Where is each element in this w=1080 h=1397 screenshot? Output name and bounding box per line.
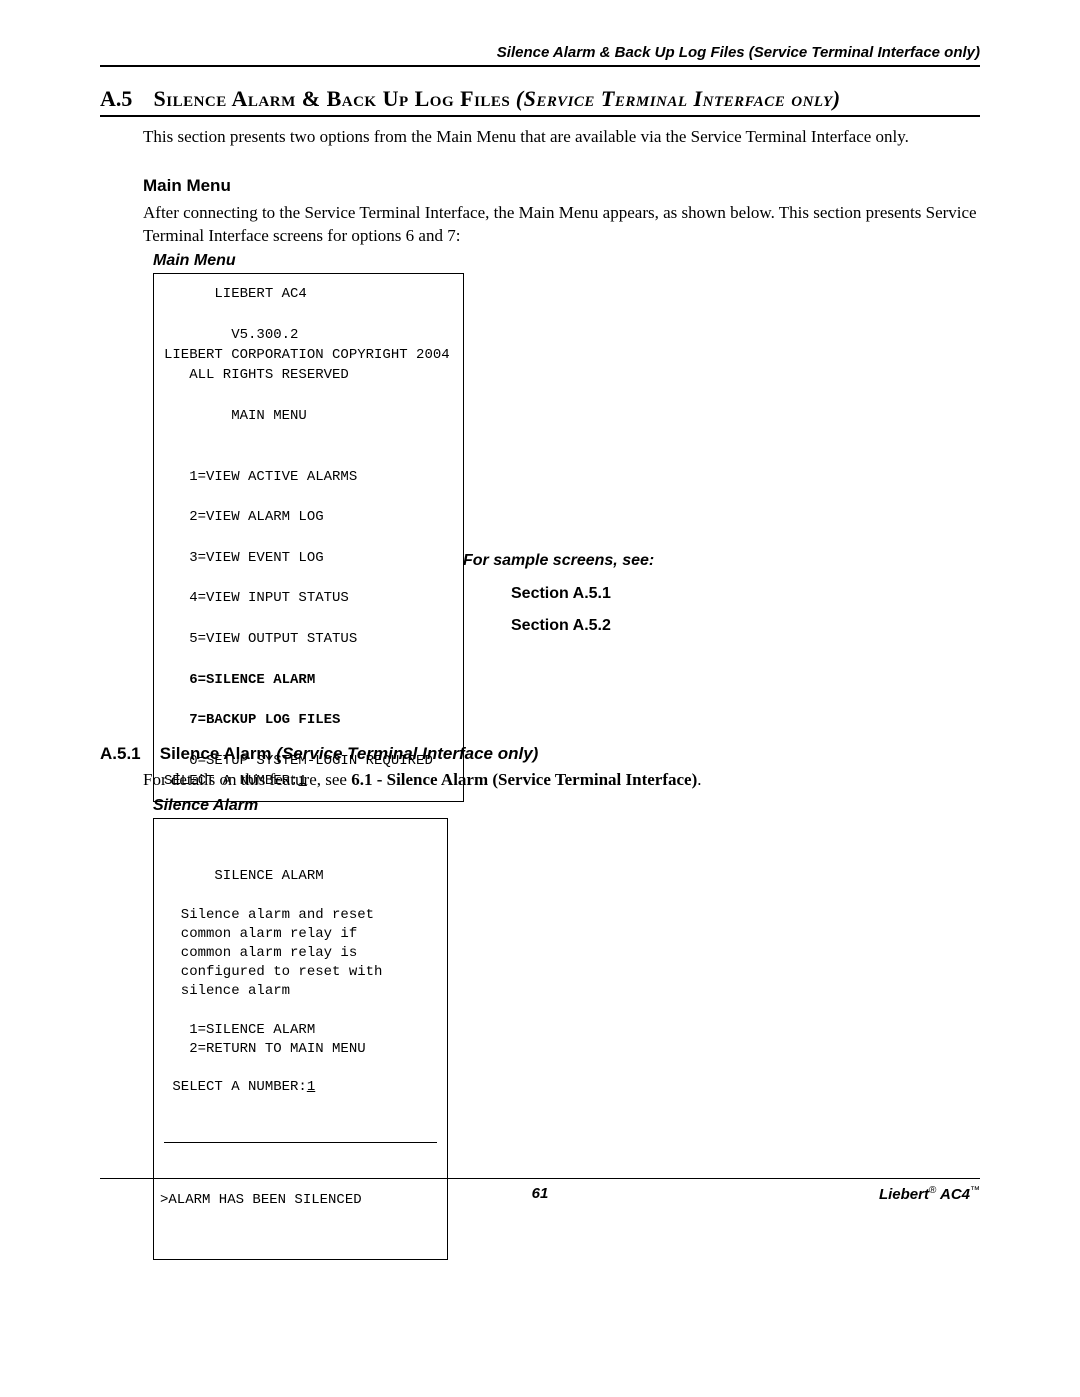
main-menu-box-caption: Main Menu <box>153 252 236 270</box>
section-heading: A.5 Silence Alarm & Back Up Log Files (S… <box>100 86 980 117</box>
subsection-heading: A.5.1 Silence Alarm (Service Terminal In… <box>100 744 538 764</box>
subsection-desc-ref: 6.1 - Silence Alarm (Service Terminal In… <box>351 770 697 789</box>
menu-choice-1: 1=SILENCE ALARM <box>164 1022 315 1038</box>
section-title-qualifier: (Service Terminal Interface only) <box>516 86 841 111</box>
subsection-desc-prefix: For details on this feature, see <box>143 770 351 789</box>
menu-option-4: 4=VIEW INPUT STATUS <box>164 590 349 606</box>
section-number: A.5 <box>100 86 148 112</box>
subsection-number: A.5.1 <box>100 744 155 764</box>
model: AC4 <box>940 1186 970 1203</box>
divider <box>164 1142 437 1143</box>
section-title: Silence Alarm & Back Up Log Files <box>154 86 511 111</box>
trademark-icon: ™ <box>970 1185 980 1196</box>
sample-ref-a52: Section A.5.2 <box>511 617 611 635</box>
sample-ref-a51: Section A.5.1 <box>511 585 611 603</box>
menu-choice-2: 2=RETURN TO MAIN MENU <box>164 1041 366 1057</box>
page-number: 61 <box>100 1185 980 1202</box>
menu-option-7: 7=BACKUP LOG FILES <box>164 712 340 728</box>
brand: Liebert <box>879 1186 929 1203</box>
product-name: Liebert® AC4™ <box>879 1185 980 1203</box>
silence-alarm-box-caption: Silence Alarm <box>153 797 258 815</box>
for-sample-label: For sample screens, see: <box>463 552 654 570</box>
terminal-line: LIEBERT CORPORATION COPYRIGHT 2004 <box>164 347 450 363</box>
terminal-line: LIEBERT AC4 <box>164 286 307 302</box>
terminal-line: common alarm relay is <box>164 945 357 961</box>
menu-option-5: 5=VIEW OUTPUT STATUS <box>164 631 357 647</box>
terminal-line: Silence alarm and reset <box>164 907 374 923</box>
subsection-description: For details on this feature, see 6.1 - S… <box>143 770 702 790</box>
section-intro: This section presents two options from t… <box>143 126 980 149</box>
main-menu-heading: Main Menu <box>143 176 231 196</box>
running-header: Silence Alarm & Back Up Log Files (Servi… <box>100 44 980 67</box>
terminal-line: common alarm relay if <box>164 926 357 942</box>
terminal-line: ALL RIGHTS RESERVED <box>164 367 349 383</box>
subsection-title: Silence Alarm <box>160 744 272 763</box>
document-page: Silence Alarm & Back Up Log Files (Servi… <box>0 0 1080 1397</box>
menu-option-6: 6=SILENCE ALARM <box>164 672 315 688</box>
terminal-line: silence alarm <box>164 983 290 999</box>
registered-icon: ® <box>929 1185 936 1196</box>
select-prompt: SELECT A NUMBER: <box>164 1079 307 1095</box>
subsection-desc-suffix: . <box>697 770 701 789</box>
menu-option-3: 3=VIEW EVENT LOG <box>164 550 324 566</box>
menu-option-1: 1=VIEW ACTIVE ALARMS <box>164 469 357 485</box>
terminal-title: SILENCE ALARM <box>164 868 324 884</box>
terminal-line: MAIN MENU <box>164 408 307 424</box>
subsection-title-qualifier: (Service Terminal Interface only) <box>276 744 538 763</box>
main-menu-description: After connecting to the Service Terminal… <box>143 202 980 248</box>
main-menu-terminal: LIEBERT AC4 V5.300.2 LIEBERT CORPORATION… <box>153 273 464 802</box>
select-value: 1 <box>307 1079 315 1095</box>
page-footer: 61 Liebert® AC4™ <box>100 1178 980 1202</box>
terminal-line: configured to reset with <box>164 964 382 980</box>
menu-option-2: 2=VIEW ALARM LOG <box>164 509 324 525</box>
terminal-line: V5.300.2 <box>164 327 298 343</box>
